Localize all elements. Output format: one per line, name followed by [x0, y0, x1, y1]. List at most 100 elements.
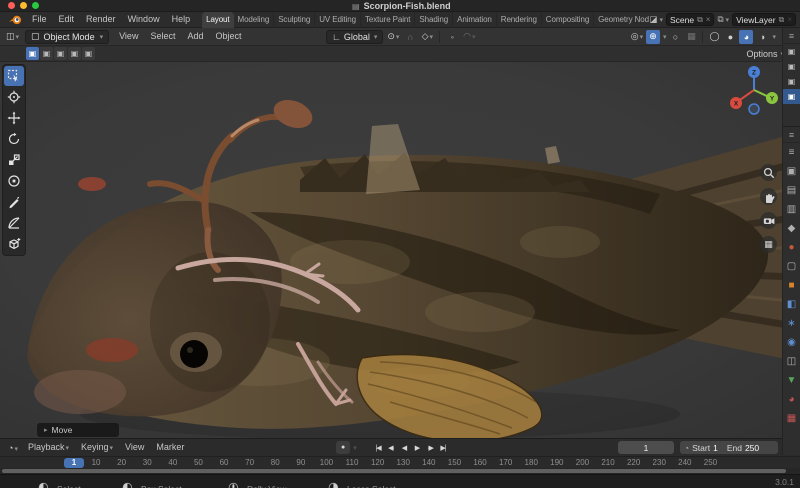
- timeline-menu-marker[interactable]: Marker: [150, 440, 190, 456]
- snap-toggle-button[interactable]: ∩: [403, 30, 417, 44]
- viewport-menu-view[interactable]: View: [113, 29, 144, 45]
- options-dropdown[interactable]: Options ▾: [746, 49, 784, 59]
- viewport-menu-add[interactable]: Add: [181, 29, 209, 45]
- viewport-menu-object[interactable]: Object: [209, 29, 247, 45]
- shading-wireframe-button[interactable]: ◯: [707, 30, 721, 44]
- object-visibility-button[interactable]: ◎▾: [630, 30, 644, 44]
- timeline-ruler[interactable]: 1 10203040506070809010011012013014015016…: [0, 456, 800, 468]
- viewport-menu-select[interactable]: Select: [144, 29, 181, 45]
- window-zoom-button[interactable]: [32, 2, 39, 9]
- shading-rendered-button[interactable]: ◑: [755, 30, 769, 44]
- tab-particles[interactable]: ∗: [783, 314, 800, 333]
- xray-toggle-button[interactable]: ▦: [684, 30, 698, 44]
- play-button[interactable]: ▶: [411, 441, 423, 454]
- menu-help[interactable]: Help: [166, 12, 197, 28]
- add-cube-tool[interactable]: [4, 234, 24, 254]
- workspace-tab-layout[interactable]: Layout: [202, 12, 233, 28]
- editor-type-button[interactable]: ◫▾: [4, 31, 21, 42]
- orthographic-toggle-button[interactable]: ▦: [760, 236, 777, 253]
- shading-material-preview-button[interactable]: ◕: [739, 30, 753, 44]
- camera-view-button[interactable]: [760, 212, 777, 229]
- next-keyframe-button[interactable]: ·▶: [424, 441, 436, 454]
- view-layer-selector[interactable]: ViewLayer ⧉ ×: [732, 13, 796, 26]
- workspace-tab-compositing[interactable]: Compositing: [542, 12, 594, 28]
- show-gizmo-button[interactable]: ⊕: [646, 30, 660, 44]
- blender-logo-icon[interactable]: [8, 14, 23, 25]
- properties-header-icon[interactable]: ≡: [783, 127, 800, 143]
- pivot-point-button[interactable]: ⊙▾: [386, 30, 400, 44]
- tab-scene[interactable]: ◆: [783, 219, 800, 238]
- menu-edit[interactable]: Edit: [53, 12, 81, 28]
- tab-collection[interactable]: ▢: [783, 257, 800, 276]
- select-mode-extend[interactable]: ▣: [40, 47, 53, 60]
- pan-button[interactable]: [760, 188, 777, 205]
- workspace-tab-sculpting[interactable]: Sculpting: [274, 12, 315, 28]
- select-mode-intersect[interactable]: ▣: [82, 47, 95, 60]
- play-reverse-button[interactable]: ◀: [398, 441, 410, 454]
- outliner-header-icon[interactable]: ≡: [783, 28, 800, 44]
- timeline-editor-type-button[interactable]: ◔▾: [6, 443, 20, 453]
- workspace-tab-animation[interactable]: Animation: [453, 12, 497, 28]
- tab-material[interactable]: ◕: [783, 390, 800, 409]
- annotate-tool[interactable]: [4, 192, 24, 212]
- tab-modifiers[interactable]: ◧: [783, 295, 800, 314]
- start-frame-field[interactable]: Start: [692, 443, 710, 453]
- tab-object[interactable]: ■: [783, 276, 800, 295]
- start-frame-value[interactable]: 1: [713, 443, 718, 453]
- workspace-tab-texture-paint[interactable]: Texture Paint: [361, 12, 415, 28]
- select-mode-set[interactable]: ▣: [26, 47, 39, 60]
- tab-physics[interactable]: ◉: [783, 333, 800, 352]
- outliner-object-row[interactable]: ▣: [783, 89, 800, 104]
- current-frame-field[interactable]: 1: [618, 441, 674, 454]
- view-layer-browse-button[interactable]: ⧉ ▾: [717, 14, 729, 25]
- select-box-tool[interactable]: [4, 66, 24, 86]
- timeline-menu-view[interactable]: View: [119, 440, 150, 456]
- timeline-menu-keying[interactable]: Keying▾: [75, 440, 119, 456]
- window-minimize-button[interactable]: [20, 2, 27, 9]
- move-tool[interactable]: [4, 108, 24, 128]
- tab-output[interactable]: ▤: [783, 181, 800, 200]
- workspace-tab-uv-editing[interactable]: UV Editing: [315, 12, 361, 28]
- outliner-object-row[interactable]: ▣: [783, 59, 800, 74]
- viewport-canvas[interactable]: ▸ Move ZXY ▦: [0, 62, 800, 438]
- scene-selector[interactable]: Scene ⧉ ×: [666, 13, 715, 26]
- scene-browse-button[interactable]: ◪ ▾: [649, 14, 663, 25]
- scale-tool[interactable]: [4, 150, 24, 170]
- select-mode-invert[interactable]: ▣: [68, 47, 81, 60]
- tab-render[interactable]: ▣: [783, 162, 800, 181]
- auto-keying-button[interactable]: ●: [336, 441, 350, 454]
- operator-panel[interactable]: ▸ Move: [37, 423, 119, 437]
- transform-orientation-selector[interactable]: ∟ Global ▾: [326, 30, 383, 44]
- close-icon[interactable]: ×: [787, 15, 792, 24]
- zoom-button[interactable]: [760, 164, 777, 181]
- jump-to-start-button[interactable]: |◀: [372, 441, 384, 454]
- shading-solid-button[interactable]: ●: [723, 30, 737, 44]
- outliner-object-row[interactable]: ▣: [783, 44, 800, 59]
- tab-constraints[interactable]: ◫: [783, 352, 800, 371]
- end-frame-value[interactable]: 250: [745, 443, 759, 453]
- select-mode-subtract[interactable]: ▣: [54, 47, 67, 60]
- playhead[interactable]: 1: [64, 458, 84, 468]
- tab-tool[interactable]: ≡: [783, 143, 800, 162]
- mode-selector[interactable]: ▢ Object Mode ▾: [25, 30, 109, 44]
- menu-file[interactable]: File: [26, 12, 53, 28]
- show-overlays-button[interactable]: ○: [668, 30, 682, 44]
- copy-icon[interactable]: ⧉: [779, 15, 785, 25]
- rotate-tool[interactable]: [4, 129, 24, 149]
- tab-texture[interactable]: ▦: [783, 409, 800, 428]
- tab-world[interactable]: ●: [783, 238, 800, 257]
- menu-window[interactable]: Window: [122, 12, 166, 28]
- cursor-tool[interactable]: [4, 87, 24, 107]
- snap-target-button[interactable]: ◇▾: [420, 30, 434, 44]
- jump-to-end-button[interactable]: ▶|: [437, 441, 449, 454]
- menu-render[interactable]: Render: [80, 12, 122, 28]
- copy-icon[interactable]: ⧉: [697, 15, 703, 25]
- tab-view-layer[interactable]: ▥: [783, 200, 800, 219]
- transform-tool[interactable]: [4, 171, 24, 191]
- navigation-gizmo[interactable]: ZXY: [728, 64, 780, 116]
- axis-z-negative[interactable]: [749, 104, 759, 114]
- outliner-object-row[interactable]: ▣: [783, 74, 800, 89]
- workspace-tab-rendering[interactable]: Rendering: [497, 12, 542, 28]
- previous-keyframe-button[interactable]: ◀·: [385, 441, 397, 454]
- window-close-button[interactable]: [8, 2, 15, 9]
